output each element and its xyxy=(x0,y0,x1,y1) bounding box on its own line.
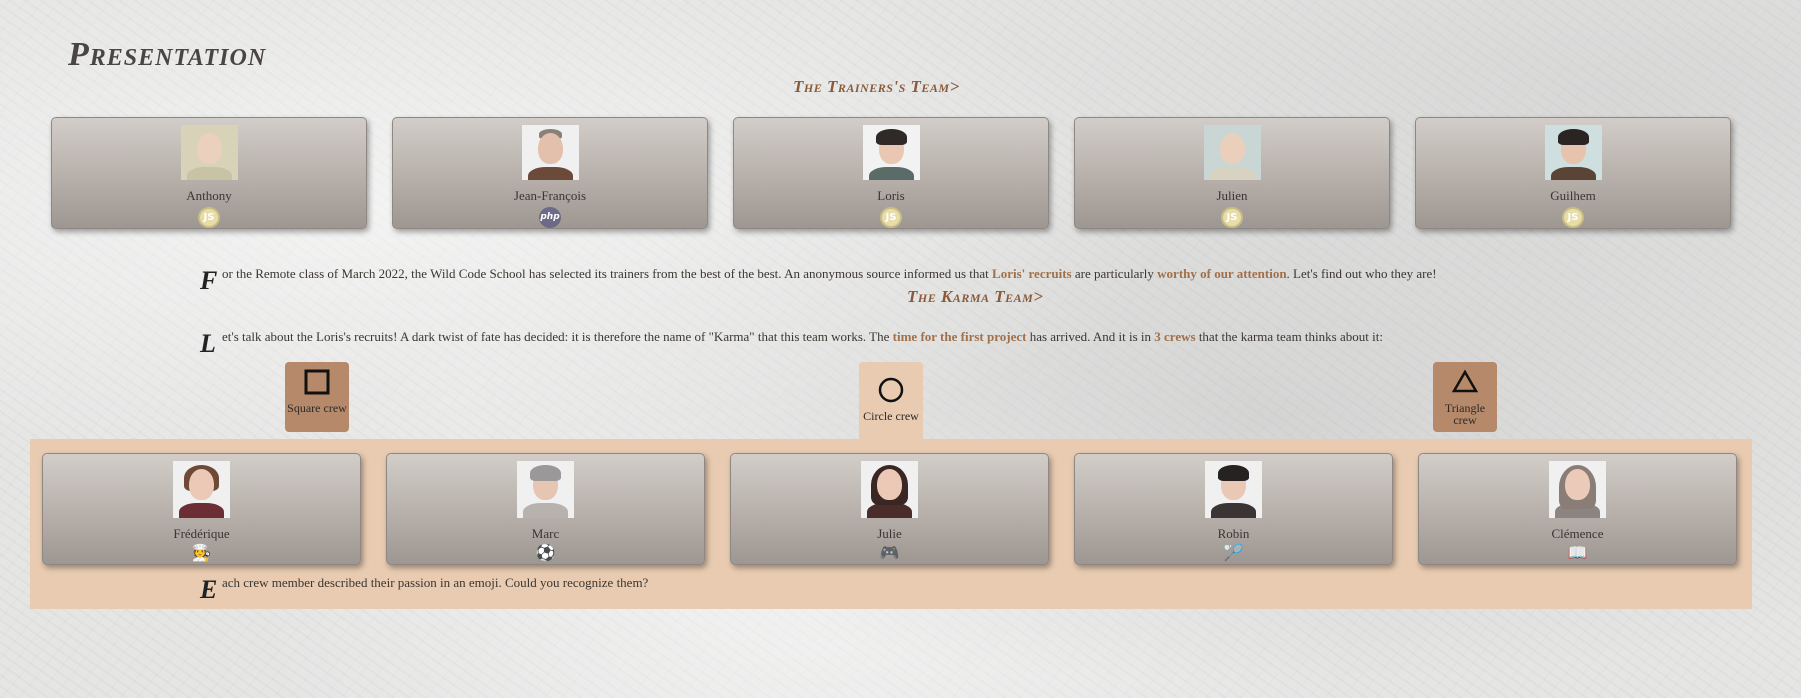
avatar xyxy=(861,461,918,518)
square-icon xyxy=(304,369,330,395)
crew-tab-label: Triangle crew xyxy=(1444,401,1486,427)
intro-dropcap: F xyxy=(200,266,218,295)
worthy-attention-highlight: worthy of our attention xyxy=(1157,266,1287,281)
member-name: Robin xyxy=(1217,526,1250,541)
karma-dropcap: L xyxy=(200,329,216,358)
avatar xyxy=(180,125,238,180)
avatar xyxy=(1544,125,1602,180)
trainer-card-loris[interactable]: Loris JS xyxy=(733,117,1049,229)
three-crews-highlight: 3 crews xyxy=(1154,329,1196,344)
js-icon: JS xyxy=(880,206,902,228)
trainer-card-guilhem[interactable]: Guilhem JS xyxy=(1415,117,1731,229)
trainers-row: Anthony JS Jean-François php Loris JS Ju… xyxy=(51,117,1731,229)
trainer-name: Guilhem xyxy=(1550,187,1596,203)
member-card-frederique[interactable]: Frédérique 🧑‍🍳 xyxy=(42,453,361,565)
trainer-name: Anthony xyxy=(186,187,232,203)
avatar xyxy=(1203,125,1261,180)
js-icon: JS xyxy=(198,206,220,228)
member-card-robin[interactable]: Robin 🏸 xyxy=(1074,453,1393,565)
trainer-card-julien[interactable]: Julien JS xyxy=(1074,117,1390,229)
sports-balls-icon: ⚽ xyxy=(535,543,556,562)
php-icon: php xyxy=(539,206,561,228)
crew-tab-label: Square crew xyxy=(287,401,347,415)
outro-paragraph: ach crew member described their passion … xyxy=(222,575,649,590)
chef-icon: 🧑‍🍳 xyxy=(191,543,212,562)
trainer-name: Loris xyxy=(877,187,905,203)
outro-dropcap: E xyxy=(200,575,218,604)
trainer-name: Jean-François xyxy=(513,187,587,203)
member-name: Frédérique xyxy=(173,526,230,541)
member-card-julie[interactable]: Julie 🎮 xyxy=(730,453,1049,565)
page-title: Presentation xyxy=(68,36,267,73)
trainer-card-anthony[interactable]: Anthony JS xyxy=(51,117,367,229)
avatar xyxy=(173,461,230,518)
trainers-section-title: The Trainers's Team> xyxy=(793,77,960,96)
avatar xyxy=(1205,461,1262,518)
js-icon: JS xyxy=(1221,206,1243,228)
avatar xyxy=(1549,461,1606,518)
member-name: Marc xyxy=(531,526,560,541)
crew-tab-square[interactable]: Square crew xyxy=(285,362,349,432)
js-icon: JS xyxy=(1562,206,1584,228)
triangle-icon xyxy=(1451,369,1479,393)
trainer-card-jean-francois[interactable]: Jean-François php xyxy=(392,117,708,229)
member-card-marc[interactable]: Marc ⚽ xyxy=(386,453,705,565)
avatar xyxy=(862,125,920,180)
intro-paragraph: or the Remote class of March 2022, the W… xyxy=(222,266,1437,281)
member-card-clemence[interactable]: Clémence 📖 xyxy=(1418,453,1737,565)
badminton-icon: 🏸 xyxy=(1223,543,1244,562)
member-name: Julie xyxy=(877,526,902,541)
book-icon: 📖 xyxy=(1567,543,1588,562)
avatar xyxy=(521,125,579,180)
avatar xyxy=(517,461,574,518)
crew-tab-triangle[interactable]: Triangle crew xyxy=(1433,362,1497,432)
member-name: Clémence xyxy=(1551,526,1604,541)
crew-tab-circle[interactable]: Circle crew xyxy=(859,362,923,440)
circle-icon xyxy=(878,377,904,403)
first-project-highlight: time for the first project xyxy=(892,329,1027,344)
karma-section-title: The Karma Team> xyxy=(907,287,1044,306)
members-row: Frédérique 🧑‍🍳 Marc ⚽ Julie 🎮 Robin 🏸 Cl… xyxy=(42,453,1737,565)
game-controller-icon: 🎮 xyxy=(879,543,900,562)
trainer-name: Julien xyxy=(1216,187,1248,203)
loris-recruits-highlight: Loris' recruits xyxy=(992,266,1072,281)
karma-paragraph: et's talk about the Loris's recruits! A … xyxy=(222,329,1383,344)
crew-tab-label: Circle crew xyxy=(863,409,919,423)
